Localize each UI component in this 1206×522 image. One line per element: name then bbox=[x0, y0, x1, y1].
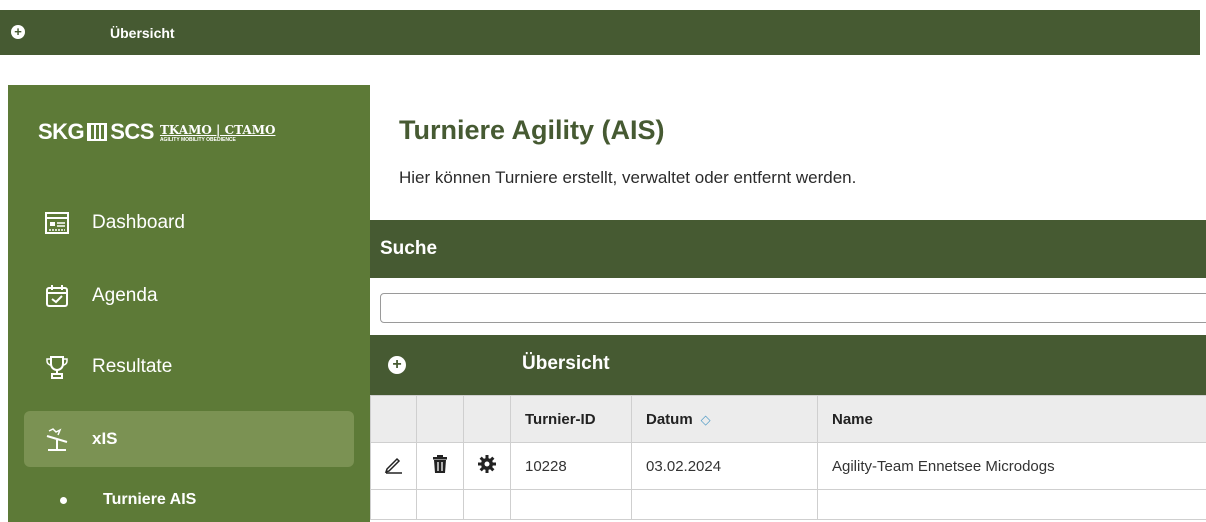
delete-cell bbox=[416, 489, 464, 520]
sidebar-subitem-turniere-ais[interactable]: Turniere AIS bbox=[38, 485, 196, 515]
logo-scs: SCS bbox=[110, 119, 154, 144]
sidebar-item-label: Resultate bbox=[92, 356, 173, 377]
logo-disciplines: AGILITY MOBILITY OBEDIENCE bbox=[159, 137, 236, 143]
logo-emblem-icon bbox=[87, 123, 108, 141]
table-row: 10228 03.02.2024 Agility-Team Ennetsee M… bbox=[370, 442, 1206, 490]
sort-icon[interactable]: ◇ bbox=[701, 412, 711, 428]
overview-header: + Übersicht bbox=[370, 335, 1206, 395]
sidebar-item-dashboard[interactable]: Dashboard bbox=[24, 195, 354, 251]
logo: SKG SCS TKAMO | CTAMO AGILITY MOBILITY O… bbox=[38, 119, 276, 144]
column-header-settings bbox=[463, 395, 511, 443]
column-header-label: Datum bbox=[646, 410, 693, 428]
page-title: Turniere Agility (AIS) bbox=[399, 115, 665, 145]
delete-cell bbox=[416, 442, 464, 490]
plus-circle-icon[interactable]: + bbox=[388, 356, 406, 374]
column-header-turnier-id[interactable]: Turnier-ID bbox=[510, 395, 632, 443]
tournaments-table: Turnier-ID Datum ◇ Name 10228 03.02.2024… bbox=[370, 395, 1206, 520]
table-header-row: Turnier-ID Datum ◇ Name bbox=[370, 395, 1206, 443]
sidebar-item-xis[interactable]: xIS bbox=[24, 411, 354, 467]
column-header-edit bbox=[370, 395, 417, 443]
datum-cell bbox=[631, 489, 818, 520]
bullet-icon bbox=[60, 496, 67, 504]
column-header-label: Name bbox=[832, 410, 873, 428]
settings-cell bbox=[463, 442, 511, 490]
table-row bbox=[370, 489, 1206, 520]
turnier-id-cell: 10228 bbox=[510, 442, 632, 490]
logo-tkamo: TKAMO | CTAMO bbox=[159, 123, 276, 137]
sidebar: SKG SCS TKAMO | CTAMO AGILITY MOBILITY O… bbox=[8, 85, 370, 522]
column-header-delete bbox=[416, 395, 464, 443]
trash-icon[interactable] bbox=[431, 455, 449, 478]
edit-cell bbox=[370, 489, 417, 520]
sidebar-item-label: Agenda bbox=[92, 285, 158, 306]
sidebar-item-label: xIS bbox=[92, 429, 118, 448]
turnier-id-cell bbox=[510, 489, 632, 520]
topbar-title: Übersicht bbox=[110, 25, 175, 41]
main-content: Turniere Agility (AIS) Hier können Turni… bbox=[370, 85, 1206, 522]
dashboard-icon bbox=[44, 210, 70, 236]
overview-heading: Übersicht bbox=[522, 353, 610, 374]
column-header-datum[interactable]: Datum ◇ bbox=[631, 395, 818, 443]
gear-icon[interactable] bbox=[477, 455, 497, 478]
column-header-label: Turnier-ID bbox=[525, 410, 596, 428]
top-bar: + Übersicht bbox=[0, 10, 1200, 55]
settings-cell bbox=[463, 489, 511, 520]
datum-cell: 03.02.2024 bbox=[631, 442, 818, 490]
sidebar-item-label: Dashboard bbox=[92, 212, 185, 233]
column-header-name[interactable]: Name bbox=[817, 395, 1206, 443]
name-cell: Agility-Team Ennetsee Microdogs bbox=[817, 442, 1206, 490]
plus-circle-icon[interactable]: + bbox=[11, 25, 25, 39]
trophy-icon bbox=[44, 354, 70, 380]
logo-skg: SKG bbox=[38, 119, 85, 144]
calendar-check-icon bbox=[44, 283, 70, 309]
agility-icon bbox=[44, 426, 70, 452]
sidebar-item-agenda[interactable]: Agenda bbox=[24, 268, 354, 324]
edit-icon[interactable] bbox=[384, 457, 404, 478]
sidebar-item-resultate[interactable]: Resultate bbox=[24, 339, 354, 395]
edit-cell bbox=[370, 442, 417, 490]
search-input[interactable] bbox=[380, 293, 1206, 323]
name-cell bbox=[817, 489, 1206, 520]
sidebar-subitem-label: Turniere AIS bbox=[103, 491, 197, 508]
page-subtitle: Hier können Turniere erstellt, verwaltet… bbox=[399, 168, 857, 187]
search-heading: Suche bbox=[370, 220, 1206, 278]
